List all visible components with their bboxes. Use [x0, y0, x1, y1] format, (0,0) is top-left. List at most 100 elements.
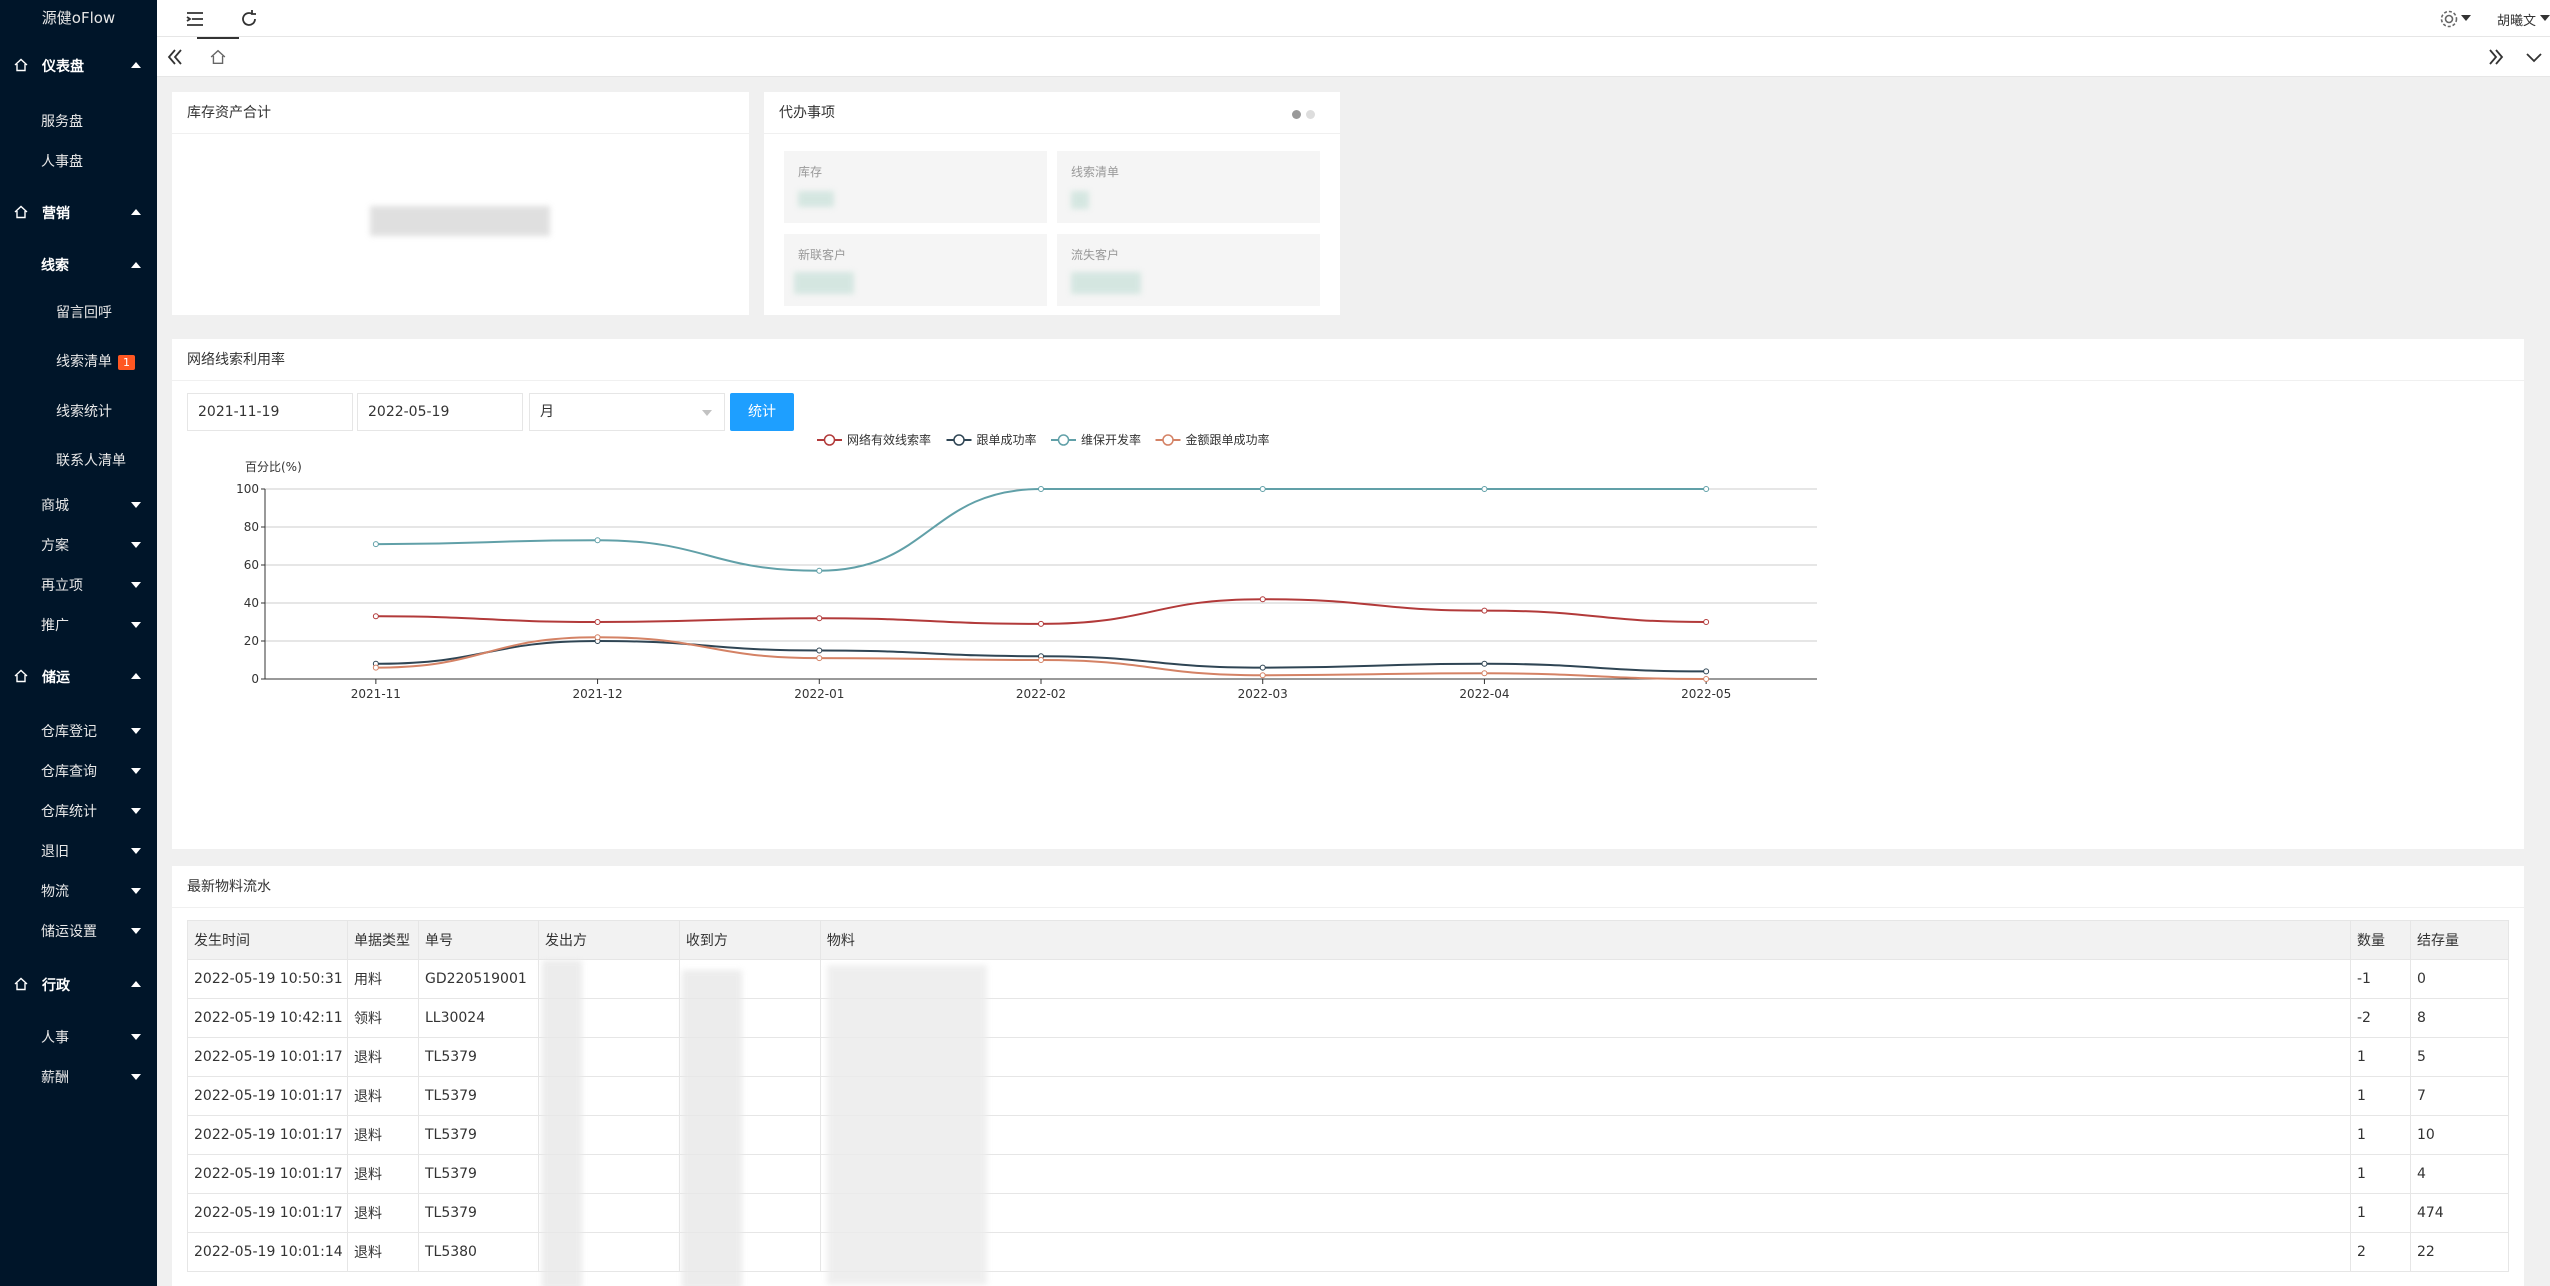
table-row[interactable]: 2022-05-19 10:01:17 退料 TL5379 1 4: [187, 1154, 2509, 1194]
chevron-down-icon[interactable]: [2522, 45, 2546, 69]
series-line: [375, 488, 1707, 572]
redacted-value: [794, 272, 854, 294]
chevron-down-icon: [702, 410, 712, 416]
table-row[interactable]: 2022-05-19 10:01:17 退料 TL5379 1 474: [187, 1193, 2509, 1233]
nav-group-logistics[interactable]: 储运: [0, 661, 157, 691]
table-cell: 2022-05-19 10:42:11: [187, 998, 348, 1038]
table-row[interactable]: 2022-05-19 10:01:17 退料 TL5379 1 10: [187, 1115, 2509, 1155]
home-icon: [14, 205, 28, 219]
sidebar-item-contacts[interactable]: 联系人清单: [0, 445, 157, 473]
chevron-up-icon: [131, 209, 141, 215]
table-cell: [819, 1115, 2351, 1155]
sidebar-item-shipping[interactable]: 物流: [0, 876, 157, 904]
y-tick-label: 20: [244, 634, 259, 648]
sidebar-item-lead-list[interactable]: 线索清单 1: [0, 346, 157, 374]
table-cell: TL5379: [417, 1037, 539, 1077]
sidebar-item-return-old[interactable]: 退旧: [0, 836, 157, 864]
table-cell: 1: [2349, 1193, 2411, 1233]
data-point: [1038, 486, 1044, 492]
table-header-row: 发生时间 单据类型 单号 发出方 收到方 物料 数量 结存量: [187, 920, 2509, 960]
legend-marker: [1057, 434, 1070, 446]
table-cell: 2022-05-19 10:01:17: [187, 1076, 348, 1116]
sidebar-item-logistics-settings[interactable]: 储运设置: [0, 916, 157, 944]
data-point: [816, 567, 823, 574]
start-date-input[interactable]: 2021-11-19: [187, 393, 353, 431]
menu-toggle-icon[interactable]: [183, 7, 207, 31]
redacted-value: [1071, 272, 1141, 294]
double-chevron-right-icon[interactable]: [2484, 45, 2508, 69]
table-cell: 退料: [346, 1154, 419, 1194]
column-header: 结存量: [2409, 920, 2509, 960]
double-chevron-left-icon[interactable]: [163, 45, 187, 69]
nav-group-admin[interactable]: 行政: [0, 969, 157, 999]
data-point: [1481, 670, 1488, 677]
table-cell: 退料: [346, 1232, 419, 1272]
sidebar-item-hr-board[interactable]: 人事盘: [0, 146, 157, 174]
sidebar-item-warehouse-query[interactable]: 仓库查询: [0, 756, 157, 784]
table-cell: 474: [2409, 1193, 2509, 1233]
sidebar: 源健oFlow 仪表盘 服务盘 人事盘 营销 线索 留言回呼 线索清单 1 线索统…: [0, 0, 157, 1286]
sidebar-item-lead-stats[interactable]: 线索统计: [0, 396, 157, 424]
table-row[interactable]: 2022-05-19 10:50:31 用料 GD220519001 -1 0: [187, 959, 2509, 999]
sidebar-item-warehouse-register[interactable]: 仓库登记: [0, 716, 157, 744]
data-point: [1703, 619, 1710, 625]
sidebar-item-callback[interactable]: 留言回呼: [0, 297, 157, 325]
material-flow-card-title: 最新物料流水: [172, 866, 2524, 908]
sidebar-item-promotion[interactable]: 推广: [0, 610, 157, 638]
table-cell: 2022-05-19 10:01:17: [187, 1154, 348, 1194]
legend-label: 网络有效线索率: [847, 432, 931, 447]
y-tick-label: 0: [251, 672, 259, 686]
column-header: 收到方: [678, 920, 821, 960]
todo-item-new-customers[interactable]: 新联客户: [784, 234, 1047, 306]
chevron-down-icon: [131, 1034, 141, 1040]
nav-group-marketing[interactable]: 营销: [0, 197, 157, 227]
sidebar-item-warehouse-stats[interactable]: 仓库统计: [0, 796, 157, 824]
end-date-input[interactable]: 2022-05-19: [357, 393, 523, 431]
carousel-dot[interactable]: [1306, 110, 1315, 119]
sidebar-item-plan[interactable]: 方案: [0, 530, 157, 558]
refresh-icon[interactable]: [237, 7, 261, 31]
nav-group-dashboard[interactable]: 仪表盘: [0, 50, 157, 80]
user-menu[interactable]: 胡曦文: [2497, 10, 2536, 29]
sidebar-item-leads[interactable]: 线索: [0, 250, 157, 278]
gear-icon[interactable]: [2437, 7, 2461, 31]
chevron-down-icon: [131, 542, 141, 548]
sidebar-item-personnel[interactable]: 人事: [0, 1022, 157, 1050]
tab-home[interactable]: [197, 37, 239, 76]
table-cell: 1: [2349, 1115, 2411, 1155]
todo-item-lost-customers[interactable]: 流失客户: [1057, 234, 1320, 306]
stats-submit-button[interactable]: 统计: [730, 393, 794, 431]
x-tick-label: 2021-12: [573, 687, 623, 701]
sidebar-item-mall[interactable]: 商城: [0, 490, 157, 518]
data-point: [1038, 657, 1044, 663]
chevron-down-icon: [131, 808, 141, 814]
x-tick-label: 2022-05: [1681, 687, 1731, 701]
table-row[interactable]: 2022-05-19 10:01:14 退料 TL5380 2 22: [187, 1232, 2509, 1272]
period-select[interactable]: 月: [529, 393, 725, 431]
table-cell: 2022-05-19 10:50:31: [187, 959, 348, 999]
data-point: [1259, 596, 1266, 603]
table-cell: TL5379: [417, 1193, 539, 1233]
sidebar-item-reproject[interactable]: 再立项: [0, 570, 157, 598]
sidebar-item-salary[interactable]: 薪酬: [0, 1062, 157, 1090]
table-cell: 退料: [346, 1193, 419, 1233]
table-cell: TL5380: [417, 1232, 539, 1272]
table-row[interactable]: 2022-05-19 10:01:17 退料 TL5379 1 5: [187, 1037, 2509, 1077]
material-flow-table: 发生时间 单据类型 单号 发出方 收到方 物料 数量 结存量 2022-05-19 10:50…: [187, 920, 2509, 1272]
table-cell: 1: [2349, 1037, 2411, 1077]
redacted-column: [542, 960, 582, 1286]
data-point: [594, 537, 601, 544]
sidebar-item-service-board[interactable]: 服务盘: [0, 106, 157, 134]
todo-card: 代办事项 库存 线索清单 新联客户 流失客户: [764, 92, 1340, 315]
chevron-down-icon: [131, 1074, 141, 1080]
chevron-down-icon: [131, 502, 141, 508]
table-row[interactable]: 2022-05-19 10:42:11 领料 LL30024 -2 8: [187, 998, 2509, 1038]
chevron-down-icon: [131, 582, 141, 588]
carousel-dot-active[interactable]: [1292, 110, 1301, 119]
home-icon: [14, 977, 28, 991]
notification-badge: 1: [118, 355, 135, 370]
data-point: [816, 655, 823, 662]
todo-item-lead-list[interactable]: 线索清单: [1057, 151, 1320, 223]
todo-item-inventory[interactable]: 库存: [784, 151, 1047, 223]
table-row[interactable]: 2022-05-19 10:01:17 退料 TL5379 1 7: [187, 1076, 2509, 1116]
